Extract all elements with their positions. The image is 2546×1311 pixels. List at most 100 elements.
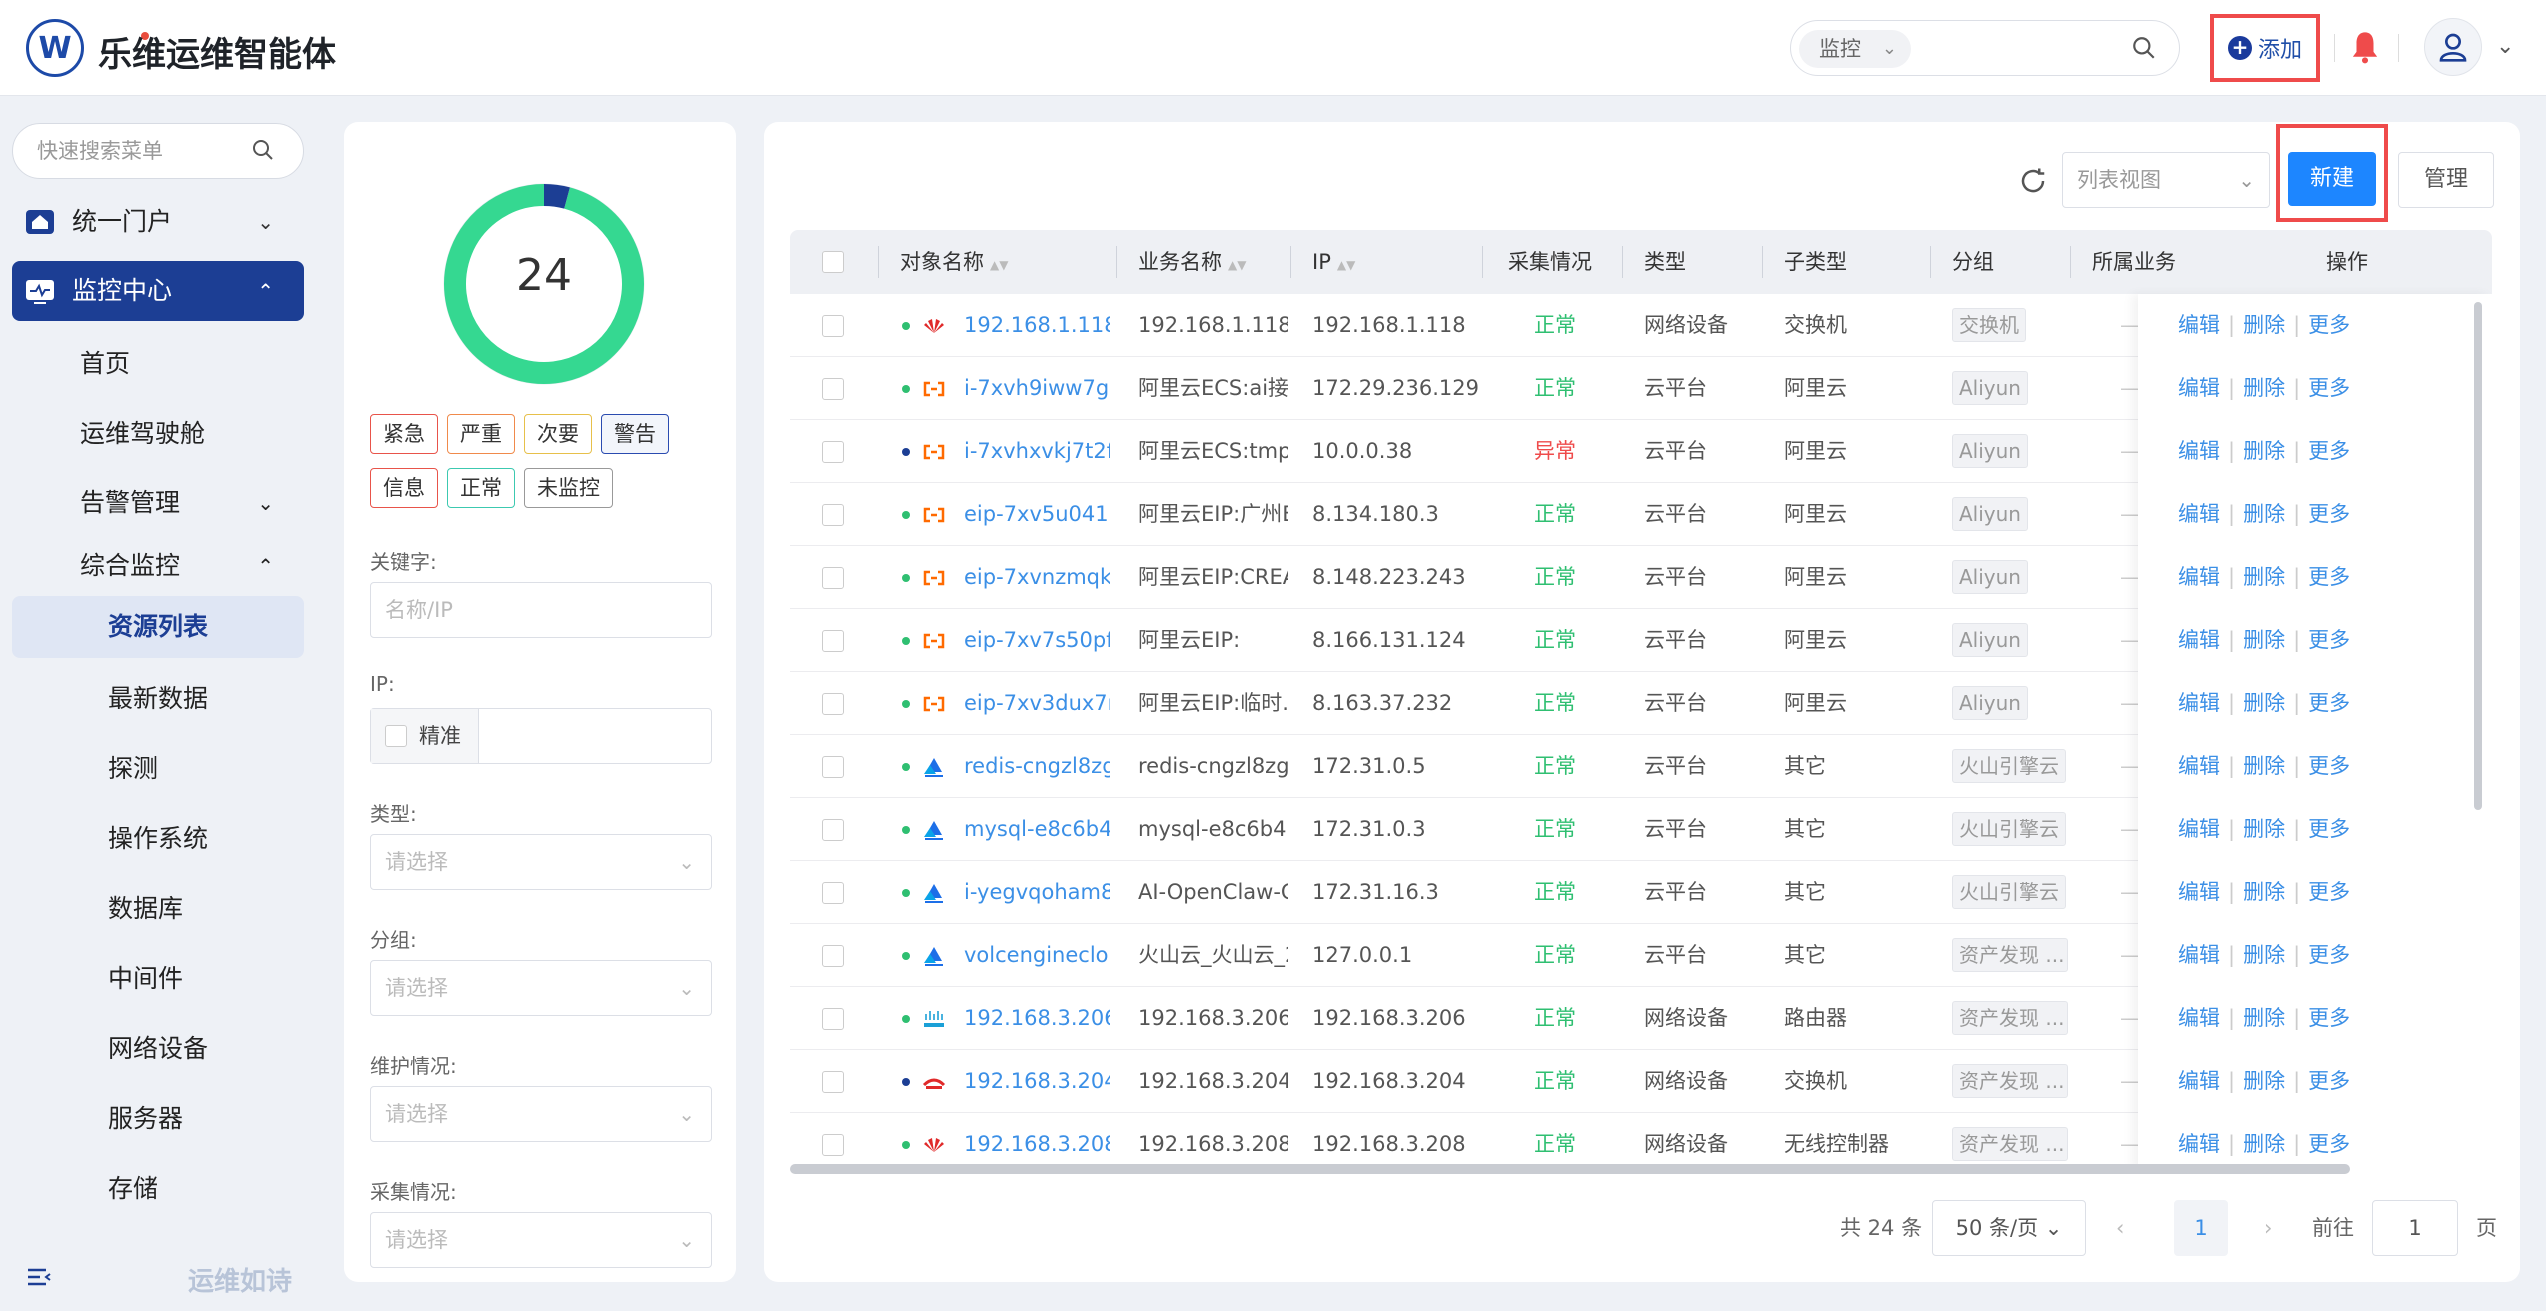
tag-urgent[interactable]: 紧急 [370, 414, 438, 454]
object-name-link[interactable]: volcenginecloud [964, 924, 1110, 987]
object-name-link[interactable]: eip-7xvnzmqkv [964, 546, 1110, 609]
edit-link[interactable]: 编辑 [2178, 313, 2220, 337]
delete-link[interactable]: 删除 [2243, 1069, 2285, 1093]
select-all-checkbox[interactable] [822, 251, 844, 273]
manage-button[interactable]: 管理 [2398, 152, 2494, 208]
edit-link[interactable]: 编辑 [2178, 1069, 2220, 1093]
object-name-link[interactable]: eip-7xv3dux7m [964, 672, 1110, 735]
col-biz[interactable]: 业务名称 ▲▼ [1138, 230, 1246, 294]
menu-comprehensive[interactable]: 综合监控 ⌃ [12, 535, 304, 597]
more-link[interactable]: 更多 [2308, 754, 2350, 778]
bell-icon[interactable] [2350, 30, 2380, 64]
edit-link[interactable]: 编辑 [2178, 628, 2220, 652]
sidebar-item-latest-data[interactable]: 最新数据 [12, 668, 304, 730]
object-name-link[interactable]: 192.168.1.118 [964, 294, 1110, 357]
delete-link[interactable]: 删除 [2243, 628, 2285, 652]
row-checkbox[interactable] [822, 882, 844, 904]
edit-link[interactable]: 编辑 [2178, 880, 2220, 904]
row-checkbox[interactable] [822, 1071, 844, 1093]
maintenance-select[interactable]: 请选择 ⌄ [370, 1086, 712, 1142]
type-select[interactable]: 请选择 ⌄ [370, 834, 712, 890]
edit-link[interactable]: 编辑 [2178, 502, 2220, 526]
row-checkbox[interactable] [822, 945, 844, 967]
page-size-select[interactable]: 50 条/页 ⌄ [1932, 1200, 2086, 1256]
delete-link[interactable]: 删除 [2243, 376, 2285, 400]
edit-link[interactable]: 编辑 [2178, 565, 2220, 589]
delete-link[interactable]: 删除 [2243, 565, 2285, 589]
delete-link[interactable]: 删除 [2243, 502, 2285, 526]
edit-link[interactable]: 编辑 [2178, 439, 2220, 463]
more-link[interactable]: 更多 [2308, 1069, 2350, 1093]
more-link[interactable]: 更多 [2308, 943, 2350, 967]
search-icon[interactable] [2131, 35, 2157, 61]
object-name-link[interactable]: 192.168.3.208 [964, 1113, 1110, 1170]
more-link[interactable]: 更多 [2308, 1006, 2350, 1030]
delete-link[interactable]: 删除 [2243, 880, 2285, 904]
row-checkbox[interactable] [822, 315, 844, 337]
ip-input[interactable]: 精准 [370, 708, 712, 764]
row-checkbox[interactable] [822, 1134, 844, 1156]
delete-link[interactable]: 删除 [2243, 817, 2285, 841]
global-search[interactable]: 监控 ⌄ [1790, 20, 2180, 76]
keyword-input[interactable]: 名称/IP [370, 582, 712, 638]
object-name-link[interactable]: 192.168.3.206 [964, 987, 1110, 1050]
more-link[interactable]: 更多 [2308, 628, 2350, 652]
sidebar-item-os[interactable]: 操作系统 [12, 808, 304, 870]
delete-link[interactable]: 删除 [2243, 943, 2285, 967]
tag-normal[interactable]: 正常 [447, 468, 515, 508]
row-checkbox[interactable] [822, 756, 844, 778]
row-checkbox[interactable] [822, 567, 844, 589]
group-select[interactable]: 请选择 ⌄ [370, 960, 712, 1016]
goto-page-input[interactable]: 1 [2372, 1200, 2458, 1256]
object-name-link[interactable]: 192.168.3.204 [964, 1050, 1110, 1113]
col-ip[interactable]: IP ▲▼ [1312, 230, 1355, 294]
edit-link[interactable]: 编辑 [2178, 376, 2220, 400]
object-name-link[interactable]: redis-cngzl8zgn [964, 735, 1110, 798]
sidebar-item-probe[interactable]: 探测 [12, 738, 304, 800]
row-checkbox[interactable] [822, 630, 844, 652]
object-name-link[interactable]: i-7xvhxvkj7t2fkx [964, 420, 1110, 483]
view-mode-select[interactable]: 列表视图 ⌄ [2062, 152, 2270, 208]
delete-link[interactable]: 删除 [2243, 1132, 2285, 1156]
sidebar-item-middleware[interactable]: 中间件 [12, 948, 304, 1010]
row-checkbox[interactable] [822, 693, 844, 715]
object-name-link[interactable]: eip-7xv5u04136 [964, 483, 1110, 546]
tag-severe[interactable]: 严重 [447, 414, 515, 454]
row-checkbox[interactable] [822, 441, 844, 463]
more-link[interactable]: 更多 [2308, 817, 2350, 841]
delete-link[interactable]: 删除 [2243, 691, 2285, 715]
more-link[interactable]: 更多 [2308, 1132, 2350, 1156]
collect-select[interactable]: 请选择 ⌄ [370, 1212, 712, 1268]
delete-link[interactable]: 删除 [2243, 439, 2285, 463]
edit-link[interactable]: 编辑 [2178, 943, 2220, 967]
prev-page-button[interactable]: ‹ [2116, 1200, 2124, 1256]
next-page-button[interactable]: › [2264, 1200, 2272, 1256]
delete-link[interactable]: 删除 [2243, 1006, 2285, 1030]
more-link[interactable]: 更多 [2308, 439, 2350, 463]
collapse-menu-icon[interactable] [26, 1265, 52, 1289]
horizontal-scrollbar[interactable] [790, 1164, 2350, 1174]
object-name-link[interactable]: mysql-e8c6b45 [964, 798, 1110, 861]
menu-cockpit[interactable]: 运维驾驶舱 [12, 403, 304, 465]
edit-link[interactable]: 编辑 [2178, 817, 2220, 841]
tag-info[interactable]: 信息 [370, 468, 438, 508]
edit-link[interactable]: 编辑 [2178, 1132, 2220, 1156]
add-button[interactable]: + 添加 [2210, 14, 2320, 82]
menu-home[interactable]: 首页 [12, 333, 304, 395]
edit-link[interactable]: 编辑 [2178, 1006, 2220, 1030]
row-checkbox[interactable] [822, 1008, 844, 1030]
delete-link[interactable]: 删除 [2243, 754, 2285, 778]
sidebar-item-network[interactable]: 网络设备 [12, 1018, 304, 1080]
delete-link[interactable]: 删除 [2243, 313, 2285, 337]
edit-link[interactable]: 编辑 [2178, 691, 2220, 715]
col-name[interactable]: 对象名称 ▲▼ [900, 230, 1008, 294]
object-name-link[interactable]: i-yegvqoham8f [964, 861, 1110, 924]
more-link[interactable]: 更多 [2308, 565, 2350, 589]
sidebar-item-storage[interactable]: 存储 [12, 1158, 304, 1220]
ip-exact-checkbox[interactable]: 精准 [371, 709, 479, 763]
user-avatar[interactable] [2424, 18, 2482, 76]
menu-monitor-center[interactable]: 监控中心 ⌃ [12, 261, 304, 321]
menu-search-input[interactable]: 快速搜索菜单 [12, 123, 304, 179]
more-link[interactable]: 更多 [2308, 880, 2350, 904]
sidebar-item-server[interactable]: 服务器 [12, 1088, 304, 1150]
